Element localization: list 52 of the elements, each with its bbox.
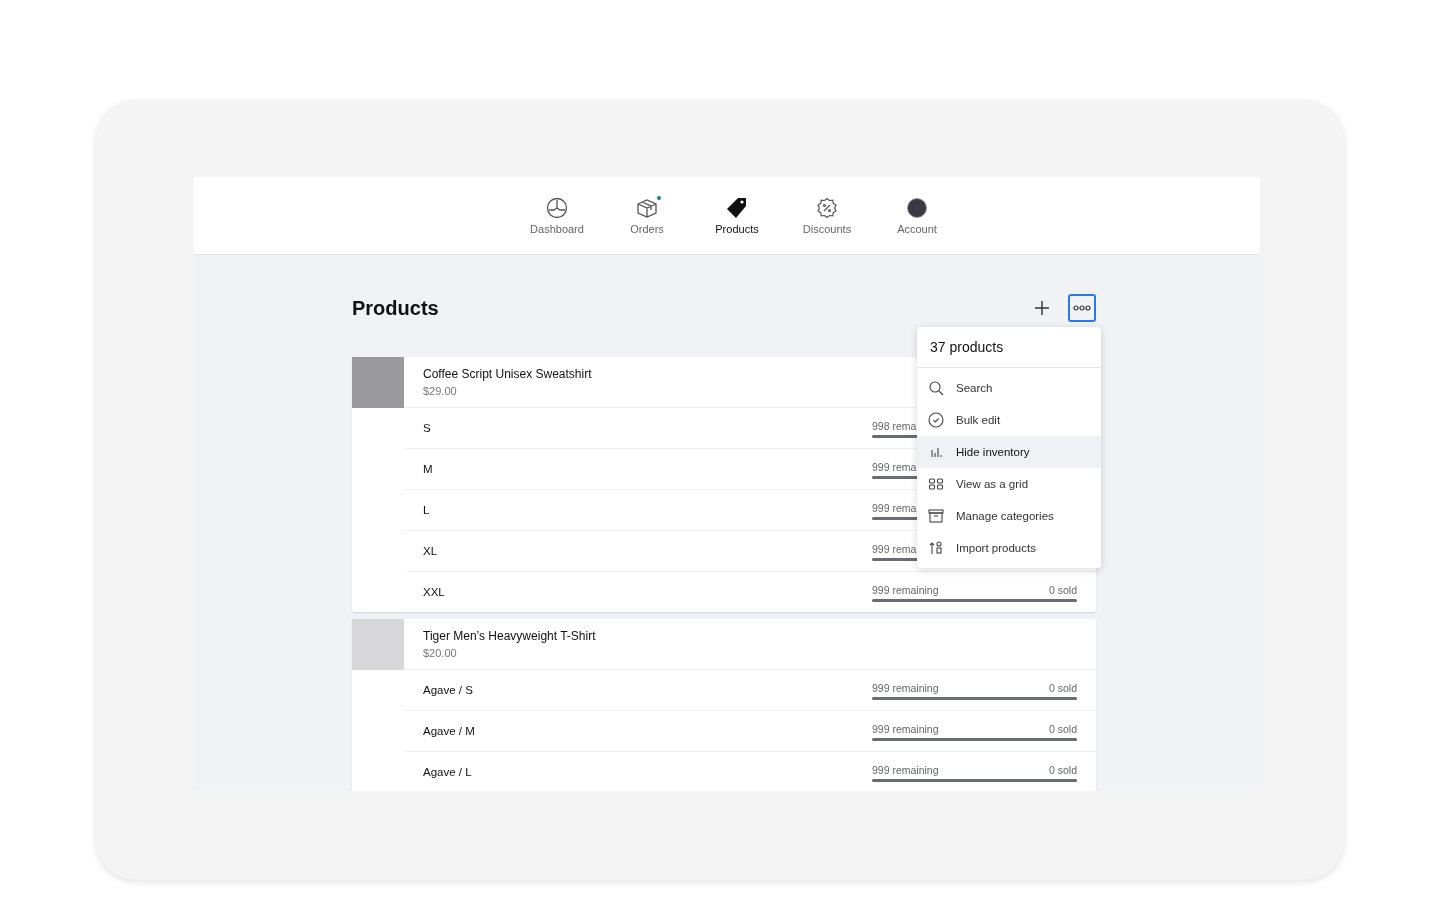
menu-item[interactable]: Import products — [917, 532, 1101, 564]
menu-item[interactable]: View as a grid — [917, 468, 1101, 500]
remaining-count: 999 rema — [872, 543, 917, 555]
plus-icon — [1034, 300, 1050, 316]
nav-tab[interactable]: Account — [872, 196, 962, 235]
photo-placeholder — [352, 619, 404, 670]
percent-badge-icon — [816, 197, 838, 219]
remaining-count: 999 remaining — [872, 682, 939, 694]
variant-name: Agave / L — [423, 766, 472, 778]
import-icon — [928, 540, 944, 556]
nav-tab[interactable]: Orders — [602, 196, 692, 235]
sold-count: 0 sold — [1048, 764, 1077, 776]
variant-name: XXL — [423, 586, 445, 598]
photo-placeholder — [352, 357, 404, 408]
nav-tab[interactable]: Discounts — [782, 196, 872, 235]
nav-tab[interactable]: Products — [692, 196, 782, 235]
remaining-count: 999 rema — [872, 461, 917, 473]
variant-name: S — [423, 422, 431, 434]
variant-name: L — [423, 504, 430, 516]
menu-item[interactable]: Hide inventory — [917, 436, 1101, 468]
product-name: Tiger Men’s Heavyweight T-Shirt — [423, 629, 596, 643]
sold-count: 0 sold — [1048, 682, 1077, 694]
variant-name: Agave / S — [423, 684, 473, 696]
variant-name: M — [423, 463, 433, 475]
product-price: $20.00 — [423, 647, 457, 659]
remaining-count: 999 rema — [872, 502, 917, 514]
product-count: 37 products — [917, 327, 1101, 368]
menu-item[interactable]: Manage categories — [917, 500, 1101, 532]
check-circle-icon — [928, 412, 944, 428]
box-icon — [636, 197, 658, 219]
nav-tab[interactable]: Dashboard — [512, 196, 602, 235]
variant-name: Agave / M — [423, 725, 475, 737]
product-name: Coffee Script Unisex Sweatshirt — [423, 367, 592, 381]
grid-icon — [928, 476, 944, 492]
product-price: $29.00 — [423, 385, 457, 397]
remaining-count: 999 remaining — [872, 584, 939, 596]
menu-item[interactable]: Bulk edit — [917, 404, 1101, 436]
archive-box-icon — [928, 508, 944, 524]
remaining-count: 999 remaining — [872, 723, 939, 735]
menu-item[interactable]: Search — [917, 372, 1101, 404]
gauge-icon — [546, 197, 568, 219]
search-icon — [928, 380, 944, 396]
sold-count: 0 sold — [1048, 584, 1077, 596]
sold-count: 0 sold — [1048, 723, 1077, 735]
avatar-circle — [907, 198, 927, 218]
tag-icon — [726, 197, 748, 219]
remaining-count: 999 remaining — [872, 764, 939, 776]
more-button[interactable] — [1068, 294, 1096, 322]
page-title: Products — [352, 296, 439, 320]
variant-name: XL — [423, 545, 438, 557]
more-icon — [1073, 305, 1091, 311]
remaining-count: 998 rema — [872, 420, 917, 432]
